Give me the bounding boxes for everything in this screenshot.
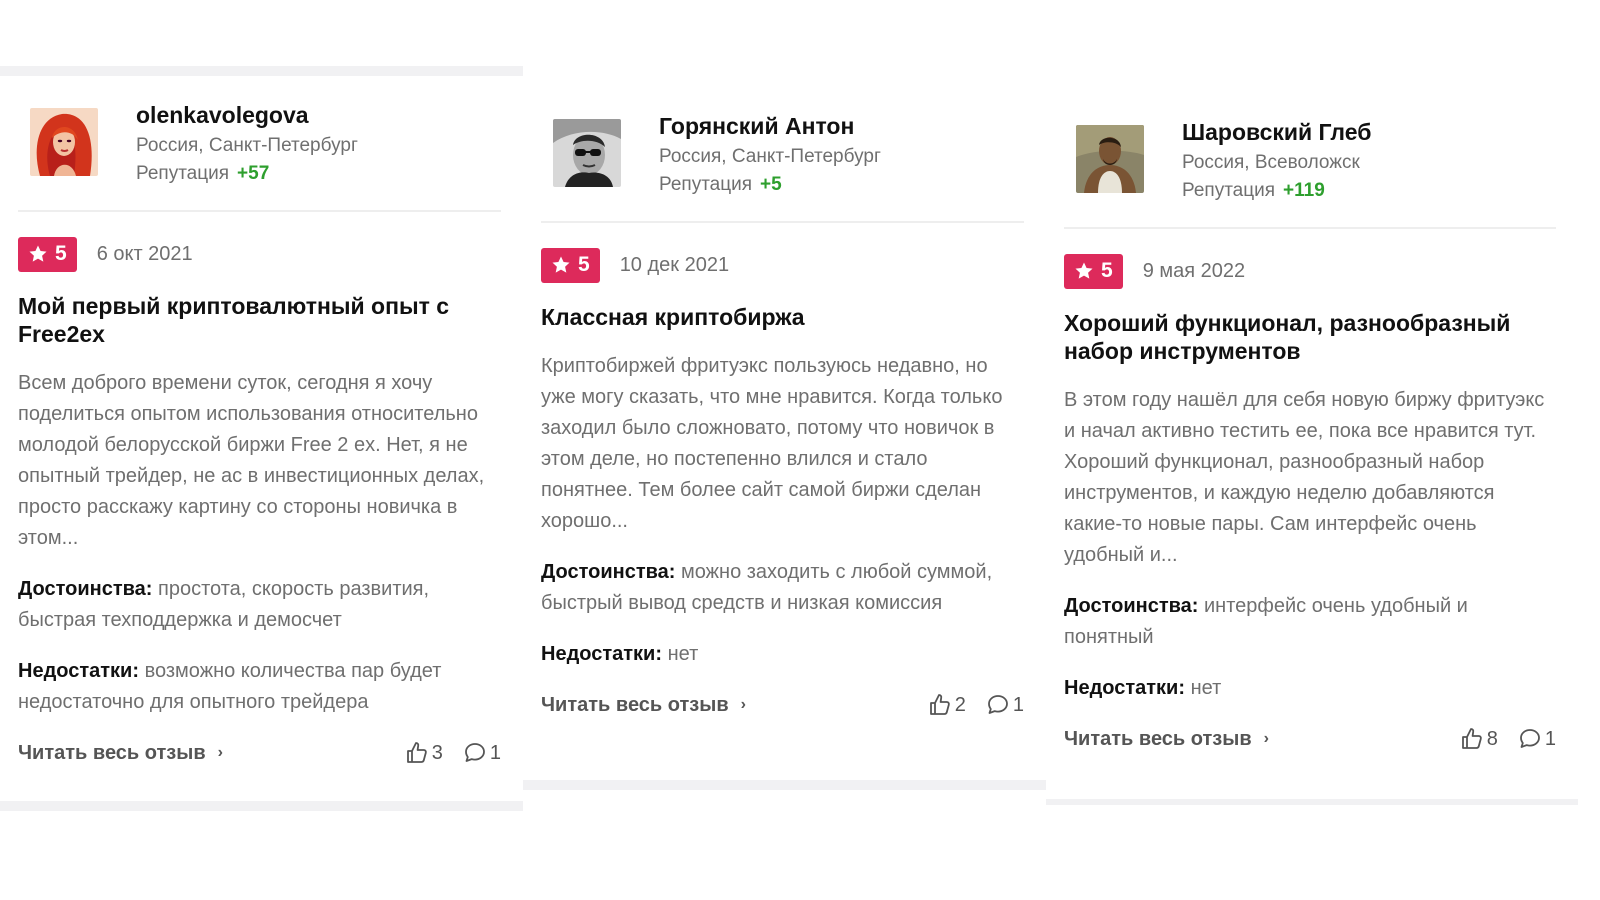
thumbs-up-icon xyxy=(929,694,950,715)
comments-button[interactable]: 1 xyxy=(1518,727,1556,751)
review-text: Всем доброго времени суток, сегодня я хо… xyxy=(18,372,485,549)
star-icon xyxy=(1075,262,1093,279)
comments-button[interactable]: 1 xyxy=(463,741,501,765)
read-full-review-link[interactable]: Читать весь отзыв › xyxy=(1064,723,1269,755)
review-card: Шаровский Глеб Россия, Всеволожск Репута… xyxy=(1046,83,1578,805)
pros-label: Достоинства: xyxy=(18,578,153,600)
review-title[interactable]: Хороший функционал, разнообразный набор … xyxy=(1064,309,1556,365)
review-cons: Недостатки: нет xyxy=(1064,673,1556,704)
review-footer: Читать весь отзыв › 2 1 xyxy=(541,689,1024,721)
like-button[interactable]: 8 xyxy=(1460,727,1498,751)
comment-count: 1 xyxy=(489,741,501,764)
review-text: Криптобиржей фритуэкс пользуюсь недавно,… xyxy=(541,355,1003,532)
comment-count: 1 xyxy=(1012,693,1024,716)
review-stats: 3 1 xyxy=(385,737,501,769)
thumbs-up-icon xyxy=(1461,728,1482,749)
divider xyxy=(1064,227,1556,229)
reputation-label: Репутация xyxy=(1182,180,1276,201)
rating-badge: 5 xyxy=(18,236,77,272)
review-author: Шаровский Глеб Россия, Всеволожск Репута… xyxy=(1064,117,1556,227)
author-name[interactable]: Шаровский Глеб xyxy=(1182,117,1371,147)
rating-value: 5 xyxy=(55,242,67,265)
review-meta: 5 9 мая 2022 xyxy=(1064,253,1556,289)
read-full-review-link[interactable]: Читать весь отзыв › xyxy=(18,737,223,769)
chevron-right-icon: › xyxy=(1263,730,1269,747)
author-location: Россия, Санкт-Петербург xyxy=(659,146,881,167)
like-button[interactable]: 3 xyxy=(405,741,443,765)
author-location: Россия, Санкт-Петербург xyxy=(136,135,358,156)
author-reputation: Репутация +57 xyxy=(136,160,358,188)
read-more-label: Читать весь отзыв xyxy=(1064,728,1252,750)
cons-label: Недостатки: xyxy=(541,643,663,665)
review-pros: Достоинства: простота, скорость развития… xyxy=(18,574,501,636)
author-reputation: Репутация +119 xyxy=(1182,177,1371,205)
review-title[interactable]: Мой первый криптовалютный опыт с Free2ex xyxy=(18,292,501,348)
comment-icon xyxy=(1519,729,1540,748)
review-stats: 2 1 xyxy=(908,689,1024,721)
man-tank-top-avatar[interactable] xyxy=(1076,125,1144,193)
rating-badge: 5 xyxy=(1064,253,1123,289)
review-date: 6 окт 2021 xyxy=(96,242,193,265)
author-name[interactable]: Горянский Антон xyxy=(659,111,881,141)
card-bottom-band xyxy=(523,780,1046,790)
red-haired-woman-avatar[interactable] xyxy=(30,108,98,176)
like-count: 8 xyxy=(1486,727,1498,750)
review-meta: 5 10 дек 2021 xyxy=(541,247,1024,283)
reputation-label: Репутация xyxy=(136,163,230,184)
review-date: 9 мая 2022 xyxy=(1142,259,1246,282)
pros-label: Достоинства: xyxy=(541,561,676,583)
author-name[interactable]: olenkavolegova xyxy=(136,100,358,130)
reputation-value: +5 xyxy=(760,174,782,195)
review-text: В этом году нашёл для себя новую биржу ф… xyxy=(1064,389,1545,566)
divider xyxy=(18,210,501,212)
read-full-review-link[interactable]: Читать весь отзыв › xyxy=(541,689,746,721)
review-footer: Читать весь отзыв › 3 1 xyxy=(18,737,501,769)
read-more-label: Читать весь отзыв xyxy=(18,742,206,764)
review-author: olenkavolegova Россия, Санкт-Петербург Р… xyxy=(18,100,501,210)
like-button[interactable]: 2 xyxy=(928,693,966,717)
comment-icon xyxy=(987,695,1008,714)
review-stats: 8 1 xyxy=(1440,723,1556,755)
chevron-right-icon: › xyxy=(740,696,746,713)
cons-label: Недостатки: xyxy=(18,660,140,682)
review-card: Горянский Антон Россия, Санкт-Петербург … xyxy=(523,77,1046,790)
card-bottom-band xyxy=(0,801,523,811)
card-bottom-band xyxy=(1046,799,1578,805)
rating-value: 5 xyxy=(1101,259,1113,282)
reputation-value: +57 xyxy=(237,163,270,184)
reputation-label: Репутация xyxy=(659,174,753,195)
author-reputation: Репутация +5 xyxy=(659,171,881,199)
card-top-band xyxy=(0,66,523,76)
comment-icon xyxy=(464,743,485,762)
man-sunglasses-avatar[interactable] xyxy=(553,119,621,187)
review-card: olenkavolegova Россия, Санкт-Петербург Р… xyxy=(0,66,523,811)
author-location: Россия, Всеволожск xyxy=(1182,152,1360,173)
reputation-value: +119 xyxy=(1283,180,1325,201)
review-cons: Недостатки: нет xyxy=(541,639,1024,670)
star-icon xyxy=(552,256,570,273)
cons-text: нет xyxy=(1190,677,1222,699)
review-title[interactable]: Классная криптобиржа xyxy=(541,303,1024,331)
like-count: 2 xyxy=(954,693,966,716)
like-count: 3 xyxy=(431,741,443,764)
review-cons: Недостатки: возможно количества пар буде… xyxy=(18,656,501,718)
cons-text: нет xyxy=(667,643,699,665)
divider xyxy=(541,221,1024,223)
review-date: 10 дек 2021 xyxy=(619,253,730,276)
rating-badge: 5 xyxy=(541,247,600,283)
comment-count: 1 xyxy=(1544,727,1556,750)
cons-label: Недостатки: xyxy=(1064,677,1186,699)
review-pros: Достоинства: интерфейс очень удобный и п… xyxy=(1064,591,1556,653)
read-more-label: Читать весь отзыв xyxy=(541,694,729,716)
review-footer: Читать весь отзыв › 8 1 xyxy=(1064,723,1556,755)
review-pros: Достоинства: можно заходить с любой сумм… xyxy=(541,557,1024,619)
review-meta: 5 6 окт 2021 xyxy=(18,236,501,272)
star-icon xyxy=(29,245,47,262)
pros-label: Достоинства: xyxy=(1064,595,1199,617)
rating-value: 5 xyxy=(578,253,590,276)
thumbs-up-icon xyxy=(406,742,427,763)
comments-button[interactable]: 1 xyxy=(986,693,1024,717)
chevron-right-icon: › xyxy=(217,744,223,761)
review-author: Горянский Антон Россия, Санкт-Петербург … xyxy=(541,111,1024,221)
